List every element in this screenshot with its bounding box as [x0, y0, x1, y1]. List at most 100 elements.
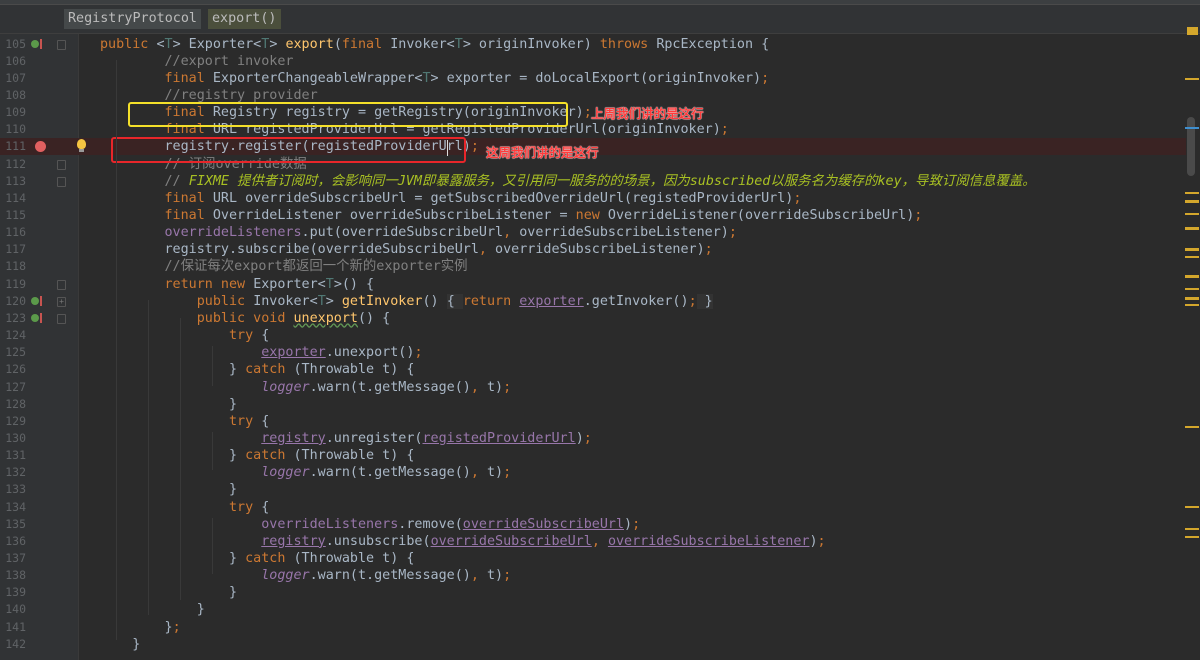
code-token: ,	[470, 568, 487, 584]
code-token: logger	[261, 465, 310, 481]
warning-stripe-mark[interactable]	[1185, 227, 1199, 230]
code-token: ;	[503, 379, 512, 395]
line-number: 107	[5, 70, 26, 85]
code-token: ;	[914, 208, 923, 223]
code-token: registry	[261, 430, 326, 446]
code-line[interactable]: 107 final ExporterChangeableWrapper<T> e…	[0, 70, 1200, 87]
code-token: registry	[261, 533, 326, 549]
code-token: overrideSubscribeListener	[607, 533, 810, 549]
line-number: 109	[5, 105, 26, 120]
line-number: 134	[5, 499, 26, 514]
code-line[interactable]: 141 };	[0, 619, 1200, 636]
code-token: //registry provider	[100, 87, 318, 103]
override-icon[interactable]	[31, 38, 42, 49]
line-number: 113	[5, 173, 26, 188]
code-token: ;	[503, 465, 512, 481]
warning-stripe-mark[interactable]	[1187, 27, 1198, 35]
lightbulb-intention-icon[interactable]	[77, 139, 86, 153]
fold-toggle-icon[interactable]	[57, 313, 66, 324]
code-line[interactable]: 106 //export invoker	[0, 53, 1200, 70]
code-line[interactable]: 114 final URL overrideSubscribeUrl = get…	[0, 190, 1200, 207]
warning-stripe-mark[interactable]	[1185, 248, 1199, 251]
code-line[interactable]: 140 }	[0, 601, 1200, 618]
code-text: public Invoker<T> getInvoker() { return …	[100, 293, 713, 310]
code-token: ;	[817, 533, 826, 549]
warning-stripe-mark[interactable]	[1185, 506, 1199, 508]
code-token: .warn(t.getMessage()	[309, 379, 471, 395]
line-number: 124	[5, 328, 26, 343]
code-token: public	[100, 36, 157, 52]
code-line[interactable]: 105 public <T> Exporter<T> export(final I…	[0, 36, 1200, 53]
code-line[interactable]: 113 // FIXME 提供者订阅时，会影响同一JVM即暴露服务，又引用同一服…	[0, 173, 1200, 190]
line-number: 126	[5, 362, 26, 377]
code-token: T	[325, 276, 334, 292]
warning-stripe-mark[interactable]	[1185, 192, 1199, 194]
code-token: FIXME 提供者订阅时，会影响同一JVM即暴露服务，又引用同一服务的的场景，因…	[188, 173, 1036, 189]
line-number: 137	[5, 551, 26, 565]
code-token: ;	[728, 225, 737, 241]
scrollbar-thumb[interactable]	[1187, 117, 1195, 176]
line-number: 106	[5, 53, 26, 68]
fold-toggle-icon[interactable]	[57, 279, 66, 290]
line-number: 118	[5, 259, 26, 274]
code-token: ;	[632, 516, 641, 532]
line-number: 142	[5, 636, 26, 651]
code-token: public	[100, 293, 254, 309]
warning-stripe-mark[interactable]	[1185, 536, 1199, 538]
code-line[interactable]: 117 registry.subscribe(overrideSubscribe…	[0, 241, 1200, 258]
fold-toggle-icon[interactable]: +	[57, 296, 66, 307]
override-icon[interactable]	[31, 295, 42, 306]
breadcrumb-method[interactable]: export()	[208, 9, 281, 29]
code-line[interactable]: 115 final OverrideListener overrideSubsc…	[0, 207, 1200, 224]
fold-toggle-icon[interactable]	[57, 176, 66, 187]
warning-stripe-mark[interactable]	[1185, 528, 1199, 530]
code-line[interactable]: 119 return new Exporter<T>() {	[0, 276, 1200, 293]
code-token: overrideSubscribeListener)	[519, 225, 729, 241]
code-line[interactable]: 116 overrideListeners.put(overrideSubscr…	[0, 224, 1200, 241]
warning-stripe-mark[interactable]	[1185, 127, 1199, 129]
breadcrumb-class[interactable]: RegistryProtocol	[64, 9, 201, 29]
line-number: 115	[5, 208, 26, 222]
line-number: 141	[5, 619, 26, 634]
code-token: }	[100, 551, 246, 566]
code-text: //保证每次export都返回一个新的exporter实例	[100, 258, 467, 275]
warning-stripe-mark[interactable]	[1185, 288, 1199, 290]
code-token: logger	[261, 568, 310, 584]
line-number: 132	[5, 465, 26, 480]
code-text: try {	[100, 327, 269, 344]
warning-stripe-mark[interactable]	[1185, 275, 1199, 278]
code-token: overrideListeners	[100, 225, 302, 241]
warning-stripe-mark[interactable]	[1185, 426, 1199, 428]
indent-guide	[212, 346, 213, 386]
code-line[interactable]: 118 //保证每次export都返回一个新的exporter实例	[0, 258, 1200, 275]
code-token: }	[100, 636, 141, 652]
warning-stripe-mark[interactable]	[1185, 256, 1199, 258]
warning-stripe-mark[interactable]	[1185, 304, 1199, 306]
code-text: public void unexport() {	[100, 310, 391, 327]
code-token: ;	[172, 619, 181, 635]
indent-guide	[148, 300, 149, 615]
fold-toggle-icon[interactable]	[57, 159, 66, 170]
fold-toggle-icon[interactable]	[57, 39, 66, 50]
code-token: ExporterChangeableWrapper<	[212, 70, 423, 86]
code-text: return new Exporter<T>() {	[100, 276, 374, 293]
annotation-box-this-week	[111, 137, 466, 163]
warning-stripe-mark[interactable]	[1185, 78, 1199, 80]
code-line[interactable]: 142 }	[0, 636, 1200, 653]
code-line[interactable]: 120 + public Invoker<T> getInvoker() { re…	[0, 293, 1200, 310]
code-text: public <T> Exporter<T> export(final Invo…	[100, 36, 769, 53]
code-token: .remove(	[398, 516, 463, 532]
code-token: ;	[470, 139, 479, 155]
warning-stripe-mark[interactable]	[1185, 297, 1199, 300]
code-token: T	[164, 36, 173, 52]
line-number: 105	[5, 36, 26, 51]
breakpoint-icon[interactable]	[35, 141, 46, 153]
code-token: .unexport()	[325, 345, 415, 361]
line-number: 117	[5, 242, 26, 257]
code-token: ;	[583, 430, 592, 446]
code-token: () {	[357, 310, 391, 326]
code-token: //export invoker	[100, 53, 294, 69]
override-icon[interactable]	[31, 312, 42, 323]
warning-stripe-mark[interactable]	[1185, 213, 1199, 215]
warning-stripe-mark[interactable]	[1185, 200, 1199, 203]
